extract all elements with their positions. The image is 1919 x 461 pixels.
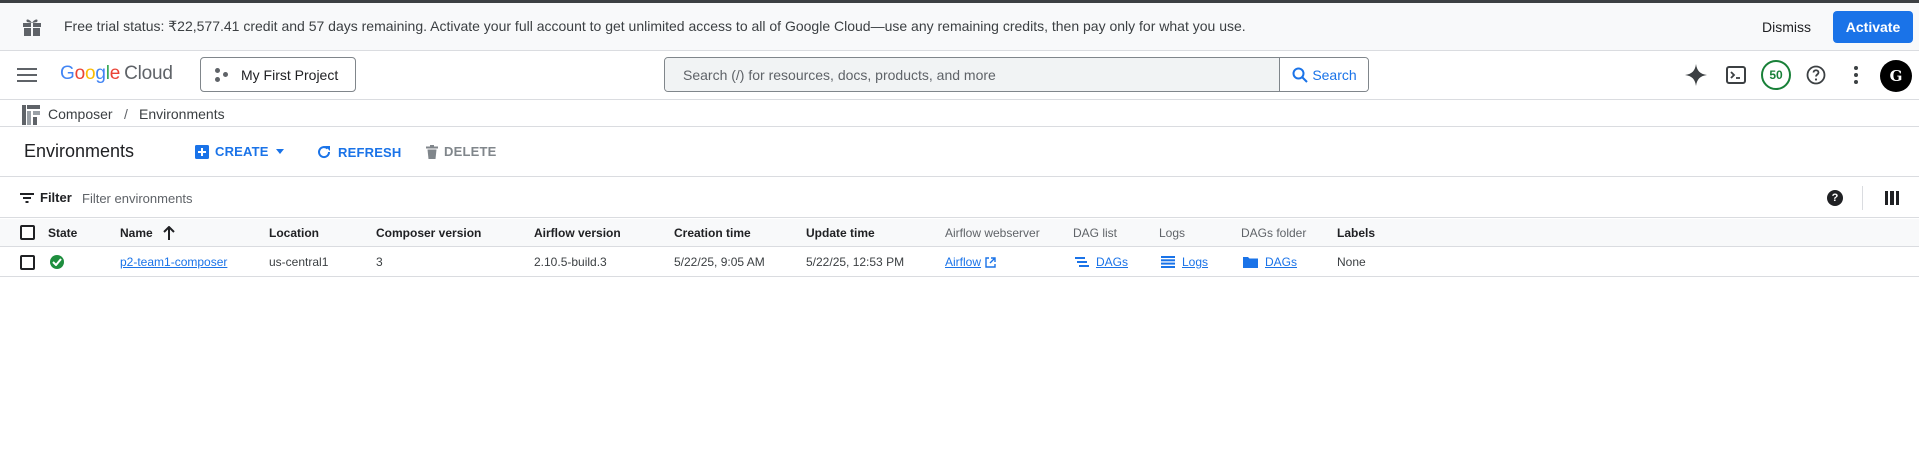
- labels-cell: None: [1337, 255, 1366, 269]
- logo-letter: g: [95, 63, 106, 84]
- logs-link[interactable]: Logs: [1182, 255, 1208, 269]
- refresh-icon: [318, 146, 331, 159]
- help-icon[interactable]: ?: [1827, 190, 1843, 206]
- gemini-sparkle-icon[interactable]: [1682, 61, 1710, 89]
- column-display-icon[interactable]: [1885, 191, 1899, 205]
- dismiss-button[interactable]: Dismiss: [1750, 11, 1823, 43]
- cloud-shell-icon[interactable]: [1722, 61, 1750, 89]
- trial-banner: Free trial status: ₹22,577.41 credit and…: [0, 3, 1919, 51]
- breadcrumb-environments[interactable]: Environments: [139, 106, 225, 122]
- composer-version-cell: 3: [376, 255, 383, 269]
- delete-button[interactable]: DELETE: [426, 144, 496, 159]
- logo-letter: G: [60, 63, 75, 84]
- col-airflow-webserver: Airflow webserver: [945, 226, 1040, 240]
- top-app-bar: GoogleCloud My First Project Search 50 G: [0, 51, 1919, 100]
- search-input[interactable]: [665, 58, 1279, 91]
- search-bar: Search: [664, 57, 1369, 92]
- logo-letter: e: [109, 63, 121, 84]
- breadcrumb: Composer / Environments: [0, 101, 1919, 127]
- status-ok-icon: [50, 255, 64, 269]
- col-logs: Logs: [1159, 226, 1186, 240]
- help-icon[interactable]: [1802, 61, 1830, 89]
- filter-bar: Filter ?: [0, 178, 1919, 218]
- create-label: CREATE: [215, 144, 269, 159]
- breadcrumb-composer[interactable]: Composer: [48, 106, 113, 122]
- delete-label: DELETE: [444, 144, 497, 159]
- search-button[interactable]: Search: [1279, 58, 1368, 91]
- logo-product: Cloud: [124, 63, 173, 84]
- project-name: My First Project: [241, 66, 339, 83]
- google-cloud-logo[interactable]: Google Cloud: [60, 63, 173, 85]
- project-dots-icon: [215, 67, 229, 82]
- dags-folder-cell: DAGs: [1243, 255, 1297, 269]
- env-name-cell: p2-team1-composer: [120, 255, 227, 269]
- page-action-bar: Environments CREATE REFRESH DELETE: [0, 127, 1919, 177]
- airflow-webserver-link[interactable]: Airflow: [945, 255, 981, 269]
- col-labels[interactable]: Labels: [1337, 226, 1375, 240]
- col-airflow-version[interactable]: Airflow version: [534, 226, 621, 240]
- trash-icon: [426, 144, 438, 159]
- dag-list-cell: DAGs: [1075, 255, 1128, 269]
- update-time-cell: 5/22/25, 12:53 PM: [806, 255, 905, 269]
- airflow-version-cell: 2.10.5-build.3: [534, 255, 607, 269]
- logo-letter: o: [74, 63, 86, 84]
- project-picker[interactable]: My First Project: [200, 57, 356, 92]
- open-in-new-icon: [985, 256, 996, 268]
- location-cell: us-central1: [269, 255, 329, 269]
- col-creation-time[interactable]: Creation time: [674, 226, 751, 240]
- avatar[interactable]: G: [1880, 60, 1912, 92]
- col-state[interactable]: State: [48, 226, 77, 240]
- filter-label: Filter: [40, 190, 72, 205]
- creation-time-cell: 5/22/25, 9:05 AM: [674, 255, 765, 269]
- breadcrumb-separator: /: [124, 106, 128, 122]
- col-composer-version[interactable]: Composer version: [376, 226, 481, 240]
- dags-folder-link[interactable]: DAGs: [1265, 255, 1297, 269]
- webserver-cell: Airflow: [945, 255, 996, 269]
- dag-list-link[interactable]: DAGs: [1096, 255, 1128, 269]
- dag-list-icon: [1075, 256, 1089, 267]
- trial-status-message: Free trial status: ₹22,577.41 credit and…: [64, 18, 1246, 34]
- notifications-badge[interactable]: 50: [1761, 60, 1791, 90]
- refresh-label: REFRESH: [338, 144, 402, 160]
- col-update-time[interactable]: Update time: [806, 226, 875, 240]
- composer-icon: [22, 105, 40, 125]
- refresh-button[interactable]: REFRESH: [316, 144, 402, 160]
- logs-cell: Logs: [1161, 255, 1208, 269]
- filter-input[interactable]: [82, 188, 582, 208]
- env-name-link[interactable]: p2-team1-composer: [120, 255, 227, 269]
- menu-icon[interactable]: [16, 64, 38, 86]
- gift-icon: [23, 19, 41, 36]
- col-name[interactable]: Name: [120, 226, 175, 240]
- col-name-label: Name: [120, 226, 153, 240]
- caret-down-icon: [275, 148, 284, 154]
- activate-button[interactable]: Activate: [1833, 11, 1913, 43]
- folder-icon: [1243, 257, 1258, 268]
- col-location[interactable]: Location: [269, 226, 319, 240]
- search-button-label: Search: [1312, 66, 1357, 83]
- row-checkbox[interactable]: [20, 255, 35, 270]
- add-box-icon: [195, 144, 209, 159]
- filter-icon: [20, 192, 34, 203]
- col-dags-folder: DAGs folder: [1241, 226, 1307, 240]
- toolbar-divider: [1862, 186, 1863, 210]
- col-dag-list: DAG list: [1073, 226, 1118, 240]
- page-title: Environments: [24, 141, 135, 161]
- filter-button[interactable]: Filter: [20, 190, 72, 205]
- create-button[interactable]: CREATE: [195, 144, 285, 159]
- search-icon: [1292, 67, 1309, 83]
- arrow-up-icon: [162, 226, 175, 240]
- table-row: p2-team1-composer us-central1 3 2.10.5-b…: [0, 248, 1919, 277]
- more-vert-icon[interactable]: [1842, 61, 1870, 89]
- table-header: State Name Location Composer version Air…: [0, 219, 1919, 247]
- logo-letter: o: [84, 63, 96, 84]
- select-all-checkbox[interactable]: [20, 225, 35, 240]
- logs-icon: [1161, 256, 1175, 268]
